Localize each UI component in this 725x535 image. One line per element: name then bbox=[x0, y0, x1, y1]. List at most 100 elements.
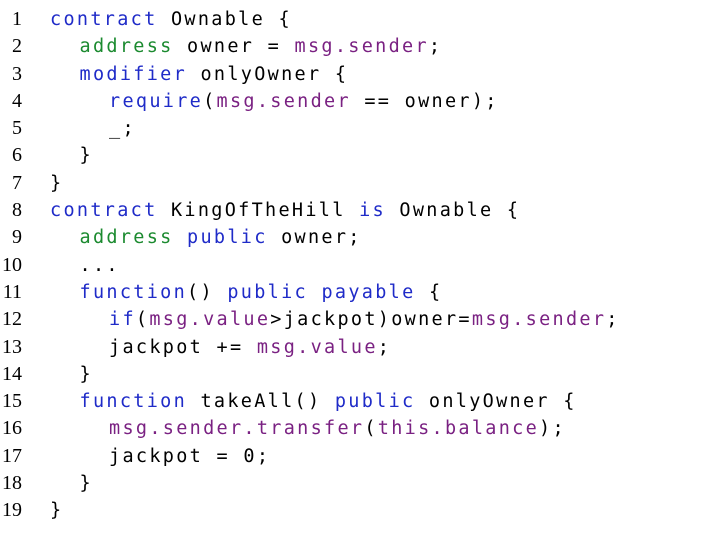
code-line: 11 function() public payable { bbox=[0, 279, 725, 306]
line-number: 9 bbox=[12, 226, 22, 249]
line-number: 2 bbox=[12, 35, 22, 58]
code-token: } bbox=[79, 473, 93, 495]
line-number: 4 bbox=[12, 89, 22, 112]
keyword-token: function bbox=[79, 281, 188, 303]
code-line: 5 _; bbox=[0, 115, 725, 142]
code-token: } bbox=[79, 363, 93, 385]
code-line: 1 contract Ownable { bbox=[0, 6, 725, 33]
line-number: 8 bbox=[12, 199, 22, 222]
code-token: } bbox=[79, 145, 93, 167]
code-text: jackpot += msg.value; bbox=[109, 334, 391, 361]
code-token: jackpot = 0; bbox=[109, 445, 271, 467]
code-text: modifier onlyOwner { bbox=[80, 61, 349, 88]
code-text: } bbox=[50, 497, 63, 524]
code-token: _; bbox=[109, 118, 136, 140]
code-text: contract KingOfTheHill is Ownable { bbox=[50, 197, 520, 224]
code-token: Ownable { bbox=[385, 200, 521, 222]
code-token: ( bbox=[364, 418, 378, 440]
code-text: _; bbox=[109, 115, 136, 142]
keyword-token: modifier bbox=[79, 63, 188, 85]
keyword-token: is bbox=[359, 200, 386, 222]
code-text: address public owner; bbox=[80, 224, 362, 251]
code-text: function() public payable { bbox=[80, 279, 443, 306]
code-line: 9 address public owner; bbox=[0, 224, 725, 251]
code-token: } bbox=[50, 172, 64, 194]
code-text: } bbox=[80, 142, 93, 169]
line-number: 7 bbox=[12, 171, 22, 194]
line-number: 19 bbox=[2, 499, 22, 522]
code-line: 16 msg.sender.transfer(this.balance); bbox=[0, 415, 725, 442]
code-token: takeAll() bbox=[187, 391, 335, 413]
code-text: require(msg.sender == owner); bbox=[109, 88, 499, 115]
code-text: } bbox=[80, 361, 93, 388]
code-text: msg.sender.transfer(this.balance); bbox=[109, 415, 566, 442]
line-number: 16 bbox=[2, 417, 22, 440]
code-token: KingOfTheHill bbox=[157, 200, 360, 222]
code-token: >jackpot)owner= bbox=[270, 309, 472, 331]
line-number: 12 bbox=[2, 308, 22, 331]
code-token: ; bbox=[606, 309, 620, 331]
global-token: msg.value bbox=[149, 309, 271, 331]
line-number: 6 bbox=[12, 144, 22, 167]
keyword-token: public bbox=[334, 391, 416, 413]
code-line: 19} bbox=[0, 497, 725, 524]
line-number: 15 bbox=[2, 390, 22, 413]
type-token: address bbox=[79, 227, 174, 249]
keyword-token: public bbox=[227, 281, 308, 303]
keyword-token: require bbox=[109, 90, 204, 112]
code-text: } bbox=[80, 470, 93, 497]
code-token: onlyOwner { bbox=[187, 63, 349, 85]
line-number: 10 bbox=[2, 253, 22, 276]
code-token: owner = bbox=[173, 36, 295, 58]
code-line: 8 contract KingOfTheHill is Ownable { bbox=[0, 197, 725, 224]
code-line: 13 jackpot += msg.value; bbox=[0, 334, 725, 361]
type-token: address bbox=[79, 36, 174, 58]
code-token: ; bbox=[377, 336, 392, 358]
code-listing: 1 contract Ownable {2 address owner = msg.… bbox=[0, 6, 725, 525]
keyword-token: contract bbox=[50, 9, 158, 30]
code-token: ; bbox=[428, 36, 443, 58]
code-text: contract Ownable { bbox=[50, 6, 292, 33]
code-token: () bbox=[187, 281, 228, 303]
code-line: 3 modifier onlyOwner { bbox=[0, 61, 725, 88]
code-token: owner; bbox=[267, 227, 362, 249]
code-text: if(msg.value>jackpot)owner=msg.sender; bbox=[109, 306, 620, 333]
code-text: jackpot = 0; bbox=[109, 443, 270, 470]
keyword-token: public bbox=[187, 227, 268, 249]
line-number: 18 bbox=[2, 472, 22, 495]
code-token: ( bbox=[203, 90, 217, 112]
code-line: 4 require(msg.sender == owner); bbox=[0, 88, 725, 115]
code-line: 7} bbox=[0, 170, 725, 197]
global-token: this.balance bbox=[377, 418, 540, 440]
code-text: function takeAll() public onlyOwner { bbox=[80, 388, 577, 415]
code-token: onlyOwner { bbox=[415, 391, 577, 413]
code-line: 17 jackpot = 0; bbox=[0, 443, 725, 470]
code-line: 10... bbox=[0, 252, 725, 279]
code-text: ... bbox=[80, 252, 120, 279]
code-token: ); bbox=[539, 418, 566, 440]
global-token: msg.sender bbox=[471, 309, 607, 331]
code-line: 14} bbox=[0, 361, 725, 388]
code-line: 15 function takeAll() public onlyOwner { bbox=[0, 388, 725, 415]
global-token: msg.sender bbox=[294, 36, 429, 58]
line-number: 14 bbox=[2, 362, 22, 385]
global-token: msg.sender.transfer bbox=[109, 418, 365, 440]
global-token: msg.sender bbox=[216, 90, 351, 112]
code-token: == owner); bbox=[350, 90, 499, 112]
keyword-token: payable bbox=[321, 281, 416, 303]
line-number: 13 bbox=[2, 335, 22, 358]
keyword-token: contract bbox=[50, 200, 158, 222]
code-line: 18} bbox=[0, 470, 725, 497]
code-line: 6} bbox=[0, 142, 725, 169]
code-token: { bbox=[415, 281, 443, 303]
code-token: } bbox=[50, 500, 64, 522]
code-line: 2 address owner = msg.sender; bbox=[0, 33, 725, 60]
code-token: Ownable { bbox=[157, 9, 292, 30]
code-text: } bbox=[50, 170, 63, 197]
line-number: 17 bbox=[2, 444, 22, 467]
code-token: jackpot += bbox=[109, 336, 257, 358]
line-number: 5 bbox=[12, 117, 22, 140]
code-token: ... bbox=[79, 254, 120, 276]
keyword-token: if bbox=[109, 309, 136, 331]
